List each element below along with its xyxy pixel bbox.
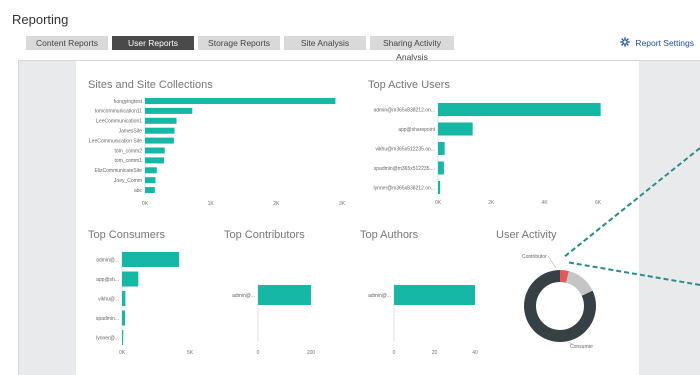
category-label: lynner@m365x838212.on... (373, 185, 435, 191)
x-tick-label: 3K (339, 201, 346, 207)
category-label: app@sharepoint (398, 127, 435, 133)
category-label: admin@... (232, 293, 255, 299)
contributors-section-title: Top Contributors (224, 229, 305, 241)
bar[interactable] (145, 107, 193, 114)
slice-label-contributor: Contributor (522, 254, 547, 260)
x-tick-label: 200 (307, 350, 316, 356)
activity-donut-chart: ContributorConsumer (522, 254, 596, 350)
category-label: admin@... (368, 293, 391, 299)
bar[interactable] (122, 291, 126, 306)
bar[interactable] (122, 271, 139, 287)
category-label: app@sh... (96, 277, 119, 283)
x-tick-label: 6K (595, 200, 602, 206)
report-settings-link[interactable]: Report Settings (620, 37, 694, 49)
x-tick-label: 4K (542, 200, 549, 206)
category-label: lynner@... (96, 335, 119, 341)
bar[interactable] (145, 117, 177, 124)
category-label: LeeCommunication1 (96, 119, 142, 125)
gear-icon (620, 37, 631, 49)
bar[interactable] (145, 157, 165, 164)
category-label: abc (134, 188, 143, 194)
users-bar-chart: admin@m365x838212.on... app@sharepoint vik… (373, 102, 602, 206)
users-section-title: Top Active Users (368, 79, 450, 91)
bar[interactable] (394, 285, 475, 305)
sites-bar-chart: hongyingtest tomcommunication11 LeeCommuni… (89, 97, 346, 207)
category-label: LeeCommunication Site (89, 138, 142, 144)
consumers-bar-chart: admin@... app@sh... vikhu@... spadmin... lyn… (96, 251, 194, 356)
bar[interactable] (438, 161, 444, 175)
category-label: spadmin... (96, 316, 119, 322)
category-label: vikhu@m365x512235.on... (375, 146, 435, 152)
bar[interactable] (438, 142, 445, 155)
bar[interactable] (122, 310, 125, 326)
x-tick-label: 40 (472, 350, 478, 356)
bar[interactable] (122, 252, 180, 267)
category-label: ElizCommunicateSite (94, 168, 142, 174)
tab-storage-reports[interactable]: Storage Reports (198, 36, 280, 50)
bar[interactable] (438, 181, 441, 194)
category-label: vikhu@... (98, 296, 119, 302)
x-tick-label: 1K (208, 201, 215, 207)
category-label: Joey_Comm (114, 178, 142, 184)
authors-bar-chart: admin@... 0 20 40 (368, 284, 478, 356)
x-tick-label: 0K (119, 350, 126, 356)
sites-section-title: Sites and Site Collections (88, 79, 213, 91)
x-tick-label: 2K (488, 200, 495, 206)
category-label: tom_comm1 (114, 158, 142, 164)
category-label: tom_comm2 (114, 148, 142, 154)
bar[interactable] (122, 330, 124, 345)
bar[interactable] (438, 122, 473, 136)
tab-site-analysis[interactable]: Site Analysis (284, 36, 366, 50)
category-label: spadmin@m365x512235.... (374, 166, 435, 172)
x-tick-label: 0K (435, 200, 442, 206)
bar[interactable] (145, 98, 336, 104)
donut-slice[interactable] (565, 271, 593, 296)
consumers-section-title: Top Consumers (88, 229, 166, 241)
x-tick-label: 5K (187, 350, 194, 356)
authors-section-title: Top Authors (360, 229, 419, 241)
bar[interactable] (145, 127, 175, 134)
bar[interactable] (145, 147, 165, 154)
page-title: Reporting (12, 12, 69, 27)
category-label: hongyingtest (114, 99, 143, 105)
bar[interactable] (258, 285, 311, 305)
contributors-bar-chart: admin@... 0 200 (232, 284, 316, 356)
report-settings-label: Report Settings (635, 38, 694, 48)
tab-user-reports[interactable]: User Reports (112, 36, 194, 50)
x-tick-label: 20 (432, 350, 438, 356)
x-tick-label: 0 (257, 350, 260, 356)
category-label: JamesSite (119, 129, 143, 135)
x-tick-label: 0 (393, 350, 396, 356)
report-tabs: Content Reports User Reports Storage Rep… (26, 36, 454, 62)
bar[interactable] (145, 167, 157, 174)
category-label: admin@m365x838212.on... (373, 107, 435, 113)
tab-content-reports[interactable]: Content Reports (26, 36, 108, 50)
bar[interactable] (438, 103, 601, 116)
activity-section-title: User Activity (496, 229, 557, 241)
tab-sharing-activity-analysis[interactable]: Sharing Activity Analysis (370, 36, 454, 62)
category-label: tomcommunication11 (95, 109, 142, 115)
bar[interactable] (145, 177, 156, 184)
x-tick-label: 0K (142, 201, 149, 207)
bar[interactable] (145, 187, 155, 194)
leader-line (547, 255, 557, 269)
x-tick-label: 2K (273, 201, 280, 207)
bar[interactable] (145, 137, 174, 144)
category-label: admin@... (96, 257, 119, 263)
